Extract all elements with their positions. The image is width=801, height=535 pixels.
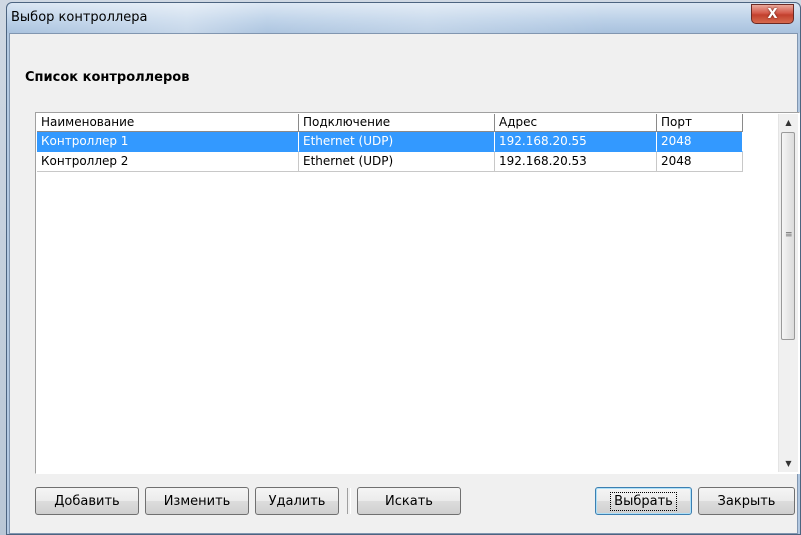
column-header-connection[interactable]: Подключение [299,114,495,132]
scroll-up-arrow-icon[interactable]: ▲ [779,114,798,131]
column-header-name[interactable]: Наименование [37,114,299,132]
column-header-port[interactable]: Порт [657,114,743,132]
scroll-down-arrow-icon[interactable]: ▼ [779,455,798,472]
cell-name: Контроллер 2 [37,152,299,172]
controller-select-dialog: Выбор контроллера X Список контроллеров … [6,2,801,535]
cell-name: Контроллер 1 [37,132,299,152]
button-separator [347,488,351,514]
scrollbar-thumb[interactable]: ≡ [781,132,795,340]
edit-button[interactable]: Изменить [145,487,249,515]
grip-icon: ≡ [785,230,793,240]
cell-address: 192.168.20.55 [495,132,657,152]
add-button[interactable]: Добавить [35,487,139,515]
close-button[interactable]: Закрыть [698,487,795,515]
vertical-scrollbar[interactable]: ▲ ≡ ▼ [778,114,798,472]
cell-address: 192.168.20.53 [495,152,657,172]
cell-port: 2048 [657,132,743,152]
select-button-label: Выбрать [610,491,677,511]
table-row[interactable]: Контроллер 2 Ethernet (UDP) 192.168.20.5… [37,152,746,172]
cell-connection: Ethernet (UDP) [299,132,495,152]
delete-button[interactable]: Удалить [255,487,339,515]
window-close-button[interactable]: X [751,4,794,24]
section-heading: Список контроллеров [25,70,190,85]
cell-connection: Ethernet (UDP) [299,152,495,172]
controllers-list-content: Наименование Подключение Адрес Порт Конт… [37,114,779,472]
controllers-list[interactable]: Наименование Подключение Адрес Порт Конт… [35,112,800,474]
search-button[interactable]: Искать [357,487,461,515]
dialog-client-area: Список контроллеров Наименование Подключ… [9,33,800,534]
window-title: Выбор контроллера [11,10,148,25]
column-header-address[interactable]: Адрес [495,114,657,132]
table-row[interactable]: Контроллер 1 Ethernet (UDP) 192.168.20.5… [37,132,746,152]
close-icon: X [767,6,778,22]
cell-port: 2048 [657,152,743,172]
select-button[interactable]: Выбрать [595,487,692,515]
title-bar[interactable]: Выбор контроллера X [7,3,800,33]
